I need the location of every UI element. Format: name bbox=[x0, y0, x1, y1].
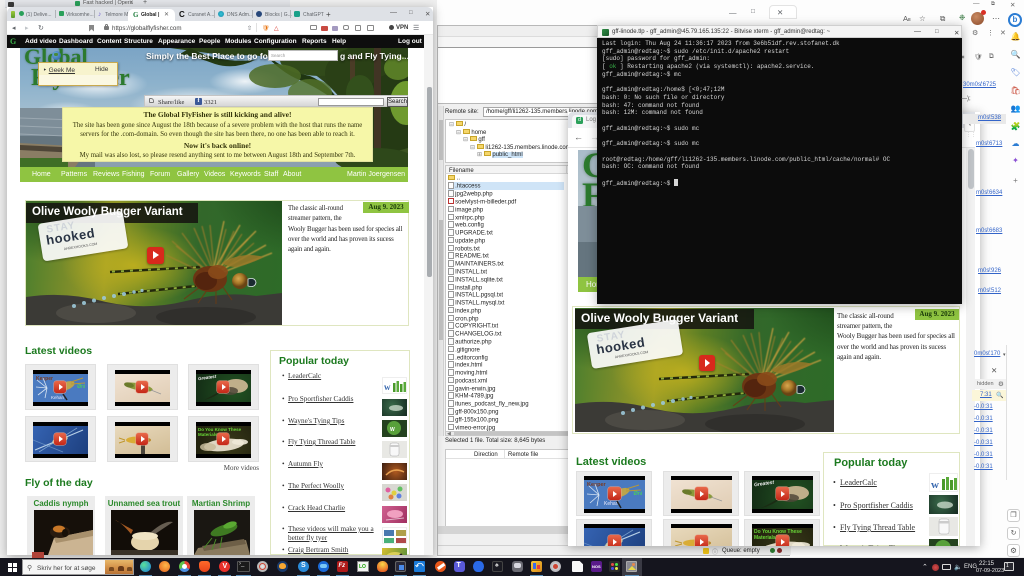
svg-text:w: w bbox=[384, 382, 391, 392]
svg-text:w: w bbox=[931, 479, 939, 491]
svg-text:W: W bbox=[390, 427, 395, 433]
